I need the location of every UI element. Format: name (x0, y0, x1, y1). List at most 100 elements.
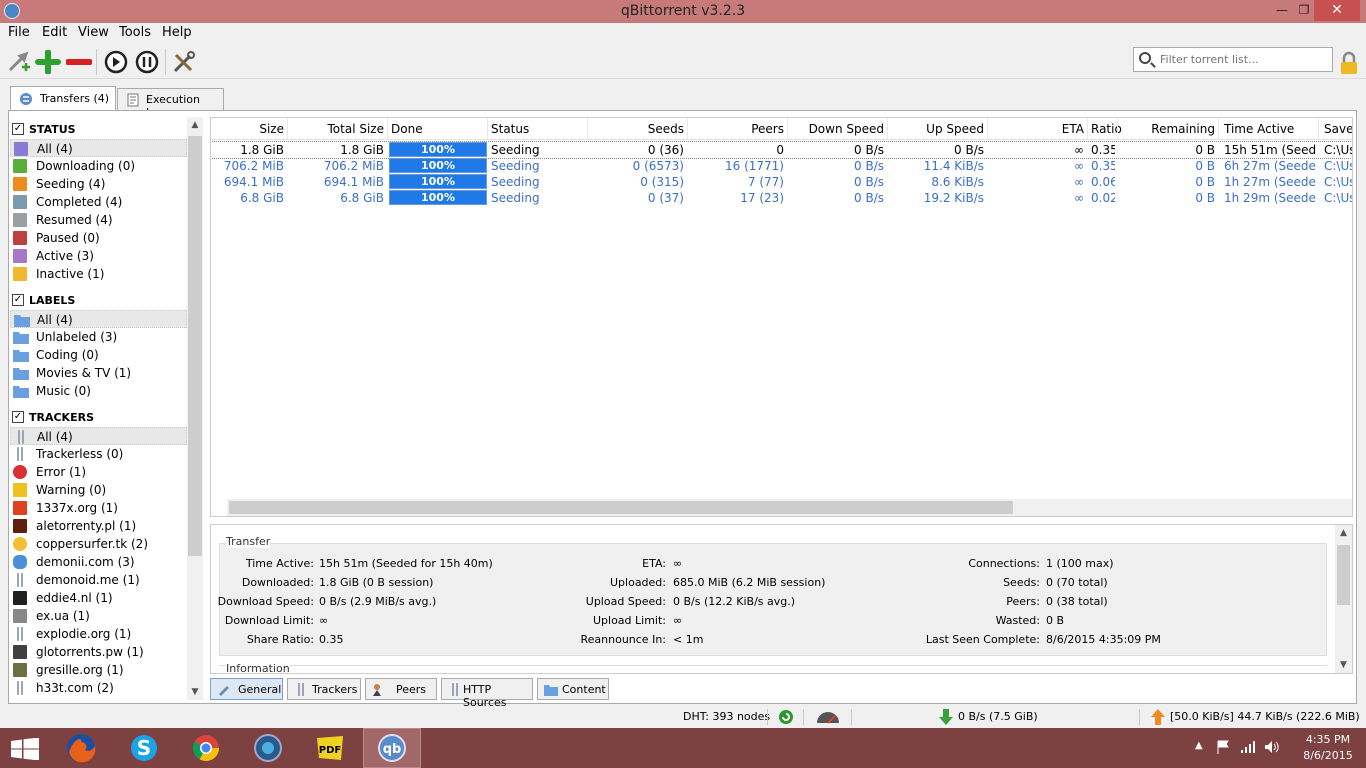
remove-torrent-icon[interactable] (66, 50, 92, 74)
scroll-down-arrow[interactable]: ▼ (1335, 657, 1352, 673)
taskbar-skype[interactable]: S (115, 728, 173, 768)
tracker-filter-ex-ua[interactable]: ex.ua (1) (10, 607, 187, 625)
tab-execution-log[interactable]: Execution Log (117, 88, 224, 119)
tab-trackers[interactable]: Trackers (287, 678, 361, 700)
properties-scrollbar[interactable]: ▲ ▼ (1335, 525, 1352, 673)
status-filter-completed[interactable]: Completed (4) (10, 193, 187, 211)
column-header-status[interactable]: Status (491, 122, 587, 136)
menu-file[interactable]: File (8, 25, 30, 40)
lock-icon[interactable] (1340, 51, 1358, 75)
taskbar-qbittorrent[interactable]: qb (363, 728, 421, 768)
column-header-peers[interactable]: Peers (687, 122, 784, 136)
column-divider[interactable] (1087, 118, 1088, 140)
tracker-filter-trackerless[interactable]: Trackerless (0) (10, 445, 187, 463)
tray-overflow-chevron-icon[interactable]: ▲ (1195, 740, 1203, 751)
tracker-filter-gresille-org[interactable]: gresille.org (1) (10, 661, 187, 679)
tab-general[interactable]: General (210, 678, 283, 700)
tracker-filter-1337x-org[interactable]: 1337x.org (1) (10, 499, 187, 517)
label-filter-all[interactable]: All (4) (10, 310, 187, 328)
menu-edit[interactable]: Edit (42, 25, 67, 40)
column-header-time-active[interactable]: Time Active (1224, 122, 1320, 136)
taskbar-pdf[interactable]: PDF (301, 728, 359, 768)
labels-section-checkbox[interactable]: ✓ (12, 294, 24, 306)
volume-icon[interactable] (1264, 740, 1280, 754)
tracker-filter-demonii-com[interactable]: demonii.com (3) (10, 553, 187, 571)
torrent-list-hscrollbar[interactable] (227, 499, 1352, 516)
properties-scroll-thumb[interactable] (1337, 545, 1350, 605)
menu-tools[interactable]: Tools (119, 25, 151, 40)
connection-status-icon[interactable] (778, 709, 794, 725)
tab-http-sources[interactable]: HTTP Sources (441, 678, 533, 709)
column-header-total-size[interactable]: Total Size (287, 122, 384, 136)
torrent-row[interactable]: 1.8 GiB 1.8 GiB 100% Seeding 0 (36) 0 0 B/s 0 B… (211, 141, 1352, 159)
tracker-filter-explodie-org[interactable]: explodie.org (1) (10, 625, 187, 643)
windows-start-icon[interactable] (11, 738, 39, 760)
sidebar-scrollbar[interactable]: ▲ ▼ (187, 117, 203, 700)
status-section-header[interactable]: ✓ STATUS (10, 120, 187, 138)
pause-icon[interactable] (134, 50, 160, 74)
status-filter-inactive[interactable]: Inactive (1) (10, 265, 187, 283)
label-filter-music[interactable]: Music (0) (10, 382, 187, 400)
status-filter-all[interactable]: All (4) (10, 139, 187, 157)
taskbar-firefox[interactable] (52, 728, 110, 768)
tracker-filter-h33t-com[interactable]: h33t.com (2) (10, 679, 187, 697)
status-filter-paused[interactable]: Paused (0) (10, 229, 187, 247)
resume-icon[interactable] (103, 50, 129, 74)
tab-content[interactable]: Content (537, 678, 609, 700)
column-header-remaining[interactable]: Remaining (1117, 122, 1215, 136)
menu-help[interactable]: Help (162, 25, 192, 40)
column-header-eta[interactable]: ETA (987, 122, 1084, 136)
clock[interactable]: 4:35 PM 8/6/2015 (1296, 732, 1360, 764)
label-filter-unlabeled[interactable]: Unlabeled (3) (10, 328, 187, 346)
torrent-row[interactable]: 6.8 GiB 6.8 GiB 100% Seeding 0 (37) 17 (23) 0 … (211, 190, 1352, 206)
scroll-down-arrow[interactable]: ▼ (187, 684, 203, 700)
options-tools-icon[interactable] (171, 50, 197, 74)
trackers-section-checkbox[interactable]: ✓ (12, 411, 24, 423)
tracker-filter-demonoid-me[interactable]: demonoid.me (1) (10, 571, 187, 589)
scroll-up-arrow[interactable]: ▲ (187, 117, 203, 133)
tab-peers[interactable]: Peers (365, 678, 437, 700)
status-filter-seeding[interactable]: Seeding (4) (10, 175, 187, 193)
status-section-checkbox[interactable]: ✓ (12, 123, 24, 135)
trackers-section-header[interactable]: ✓ TRACKERS (10, 408, 187, 426)
torrent-row[interactable]: 694.1 MiB 694.1 MiB 100% Seeding 0 (315) 7 (7… (211, 174, 1352, 190)
labels-section-header[interactable]: ✓ LABELS (10, 291, 187, 309)
action-center-flag-icon[interactable] (1216, 740, 1232, 754)
sidebar-scroll-thumb[interactable] (188, 136, 202, 556)
add-torrent-link-icon[interactable] (6, 50, 32, 74)
taskbar-app-globe[interactable] (239, 728, 297, 768)
column-header-up-speed[interactable]: Up Speed (887, 122, 984, 136)
column-header-ratio[interactable]: Ratio (1091, 122, 1122, 136)
close-button[interactable]: ✕ (1314, 0, 1360, 21)
search-input[interactable] (1160, 51, 1328, 68)
tracker-filter-aletorrenty-pl[interactable]: aletorrenty.pl (1) (10, 517, 187, 535)
add-torrent-icon[interactable] (35, 50, 61, 74)
torrent-row[interactable]: 706.2 MiB 706.2 MiB 100% Seeding 0 (6573) 16 … (211, 158, 1352, 174)
tracker-filter-coppersurfer-tk[interactable]: coppersurfer.tk (2) (10, 535, 187, 553)
tab-transfers[interactable]: Transfers (4) (10, 86, 116, 111)
tracker-filter-warning[interactable]: Warning (0) (10, 481, 187, 499)
tracker-filter-all[interactable]: All (4) (10, 427, 187, 445)
tracker-filter-error[interactable]: Error (1) (10, 463, 187, 481)
taskbar-chrome[interactable] (177, 728, 235, 768)
column-header-save[interactable]: Save (1324, 122, 1352, 136)
status-filter-downloading[interactable]: Downloading (0) (10, 157, 187, 175)
column-divider[interactable] (387, 118, 388, 140)
menu-view[interactable]: View (78, 25, 109, 40)
label-filter-coding[interactable]: Coding (0) (10, 346, 187, 364)
hscroll-thumb[interactable] (229, 501, 1013, 514)
column-header-down-speed[interactable]: Down Speed (787, 122, 884, 136)
network-signal-icon[interactable] (1240, 740, 1256, 754)
column-header-done[interactable]: Done (391, 122, 487, 136)
label-filter-movies-tv[interactable]: Movies & TV (1) (10, 364, 187, 382)
column-divider[interactable] (1218, 118, 1219, 140)
scroll-up-arrow[interactable]: ▲ (1335, 525, 1352, 541)
speed-limit-icon[interactable] (815, 710, 841, 724)
column-header-size[interactable]: Size (211, 122, 284, 136)
column-divider[interactable] (1318, 118, 1319, 140)
column-divider[interactable] (487, 118, 488, 140)
column-header-seeds[interactable]: Seeds (587, 122, 684, 136)
tracker-filter-eddie4-nl[interactable]: eddie4.nl (1) (10, 589, 187, 607)
tracker-filter-glotorrents-pw[interactable]: glotorrents.pw (1) (10, 643, 187, 661)
status-filter-active[interactable]: Active (3) (10, 247, 187, 265)
